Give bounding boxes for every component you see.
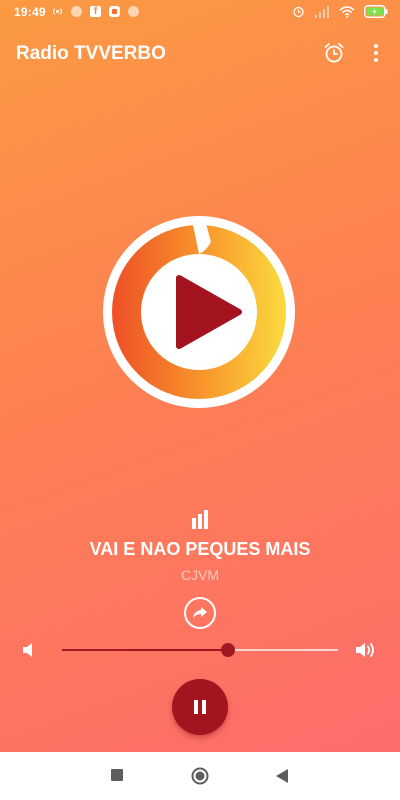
alarm-status-icon (293, 6, 304, 18)
app-bar: Radio TVVERBO (0, 26, 400, 82)
notification-icons: f (52, 6, 139, 17)
facebook-icon: f (90, 6, 101, 17)
pause-button[interactable] (172, 679, 228, 735)
app-screen: 19:49 f Radio TVVERBO VAI E NAO PEQUES M… (0, 0, 400, 800)
volume-high-icon[interactable] (354, 639, 378, 661)
status-time: 19:49 (14, 5, 46, 19)
notification-dot-icon (128, 6, 139, 17)
share-icon[interactable] (183, 596, 217, 630)
app-title: Radio TVVERBO (16, 43, 166, 64)
battery-icon (364, 5, 388, 18)
alarm-clock-icon[interactable] (322, 41, 346, 65)
play-logo-icon[interactable] (101, 214, 297, 410)
track-artist: CJVM (180, 567, 220, 583)
volume-slider[interactable] (62, 640, 338, 660)
radio-broadcast-icon (52, 8, 63, 15)
wifi-icon (339, 5, 355, 18)
volume-low-icon[interactable] (20, 640, 40, 660)
back-triangle-icon[interactable] (275, 768, 289, 784)
pause-icon (194, 700, 206, 714)
status-bar: 19:49 f (0, 0, 400, 26)
signal-icon (315, 5, 329, 18)
navigation-bar (0, 752, 400, 800)
volume-slider-thumb[interactable] (221, 643, 235, 657)
circle-home-icon[interactable] (191, 767, 209, 785)
app-notification-icon (109, 6, 120, 17)
volume-slider-fill (62, 649, 228, 651)
notification-dot-icon (71, 6, 82, 17)
square-icon[interactable] (111, 769, 123, 781)
equalizer-icon (192, 510, 208, 529)
track-title: VAI E NAO PEQUES MAIS (89, 539, 311, 559)
system-icons (292, 5, 388, 18)
more-vertical-icon[interactable] (368, 41, 384, 65)
